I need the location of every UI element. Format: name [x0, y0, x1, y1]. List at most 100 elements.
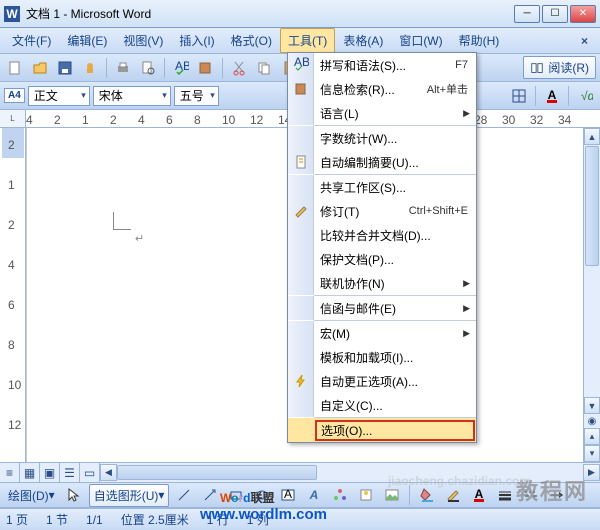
browse-object-button[interactable]: ▴ — [584, 428, 600, 445]
menuitem-M[interactable]: 宏(M)▶ — [288, 321, 476, 345]
svg-text:√α: √α — [581, 89, 593, 103]
titlebar: W 文档 1 - Microsoft Word ─ ☐ ✕ — [0, 0, 600, 28]
oval-button[interactable] — [251, 484, 273, 506]
prev-page-button[interactable]: ◉ — [584, 414, 600, 428]
menuitem-R[interactable]: 信息检索(R)...Alt+单击 — [288, 77, 476, 101]
statusbar: 1 页 1 节 1/1 位置 2.5厘米 1 行 1 列 — [0, 508, 600, 530]
next-page-button[interactable]: ▾ — [584, 445, 600, 462]
cut-button[interactable] — [228, 57, 250, 79]
menuitem-N[interactable]: 联机协作(N)▶ — [288, 271, 476, 295]
spellcheck-button[interactable]: ABC — [170, 57, 192, 79]
print-preview-button[interactable] — [137, 57, 159, 79]
view-normal-button[interactable]: ≡ — [0, 463, 20, 482]
view-web-button[interactable]: ▦ — [20, 463, 40, 482]
window-title: 文档 1 - Microsoft Word — [26, 5, 514, 22]
autoshapes-button[interactable]: 自选图形(U) ▾ — [89, 484, 170, 507]
save-button[interactable] — [54, 57, 76, 79]
menuitem-U[interactable]: 自动编制摘要(U)... — [288, 150, 476, 174]
textbox-button[interactable]: A — [277, 484, 299, 506]
menu-view[interactable]: 视图(V) — [115, 28, 171, 53]
tools-menu-dropdown: ABC拼写和语法(S)...F7信息检索(R)...Alt+单击语言(L)▶字数… — [287, 52, 477, 443]
menuitem-E[interactable]: 信函与邮件(E)▶ — [288, 296, 476, 320]
svg-text:A: A — [548, 88, 557, 102]
equation-button[interactable]: √α — [574, 85, 596, 107]
status-position: 位置 2.5厘米 — [121, 511, 189, 528]
style-combo[interactable]: 正文 — [28, 86, 90, 106]
copy-button[interactable] — [253, 57, 275, 79]
fill-color-button[interactable] — [416, 484, 438, 506]
research-button[interactable] — [195, 57, 217, 79]
dash-style-button[interactable] — [520, 484, 542, 506]
menuitem-I[interactable]: 模板和加载项(I)... — [288, 345, 476, 369]
a4-indicator[interactable]: A4 — [4, 88, 25, 103]
menuitem-O[interactable]: 选项(O)... — [288, 418, 476, 442]
vertical-ruler: 2124681012 — [0, 128, 26, 462]
grid-button[interactable] — [508, 85, 530, 107]
menu-insert[interactable]: 插入(I) — [171, 28, 222, 53]
menu-window[interactable]: 窗口(W) — [391, 28, 450, 53]
permission-button[interactable] — [79, 57, 101, 79]
scroll-up-button[interactable]: ▲ — [584, 128, 600, 145]
menuitem-A[interactable]: 自动更正选项(A)... — [288, 369, 476, 393]
line-color-button[interactable] — [442, 484, 464, 506]
mdi-close-button[interactable]: × — [573, 34, 596, 48]
line-style-button[interactable] — [494, 484, 516, 506]
horizontal-scrollbar[interactable]: ◀ ▶ — [100, 463, 600, 482]
diagram-button[interactable] — [329, 484, 351, 506]
hscroll-thumb[interactable] — [117, 465, 317, 480]
menu-help[interactable]: 帮助(H) — [451, 28, 508, 53]
status-col: 1 列 — [247, 511, 269, 528]
word-app-icon: W — [4, 6, 20, 22]
rectangle-button[interactable] — [225, 484, 247, 506]
menuitem-W[interactable]: 字数统计(W)... — [288, 126, 476, 150]
menu-edit[interactable]: 编辑(E) — [59, 28, 115, 53]
status-section: 1 节 — [46, 511, 68, 528]
menubar: 文件(F) 编辑(E) 视图(V) 插入(I) 格式(O) 工具(T) 表格(A… — [0, 28, 600, 54]
minimize-button[interactable]: ─ — [514, 5, 540, 23]
scroll-down-button[interactable]: ▼ — [584, 397, 600, 414]
new-doc-button[interactable] — [4, 57, 26, 79]
read-mode-button[interactable]: 阅读(R) — [523, 56, 596, 79]
arrow-style-button[interactable] — [546, 484, 568, 506]
arrow-button[interactable] — [199, 484, 221, 506]
menuitem-C[interactable]: 自定义(C)... — [288, 393, 476, 417]
line-button[interactable] — [173, 484, 195, 506]
vertical-scrollbar[interactable]: ▲ ▼ ◉ ▴ ▾ — [583, 128, 600, 462]
open-button[interactable] — [29, 57, 51, 79]
menuitem-L[interactable]: 语言(L)▶ — [288, 101, 476, 125]
paragraph-mark: ↵ — [135, 232, 144, 245]
menu-table[interactable]: 表格(A) — [335, 28, 391, 53]
menuitem-S[interactable]: 共享工作区(S)... — [288, 175, 476, 199]
view-reading-button[interactable]: ▭ — [80, 463, 100, 482]
view-outline-button[interactable]: ☰ — [60, 463, 80, 482]
menuitem-P[interactable]: 保护文档(P)... — [288, 247, 476, 271]
scroll-right-button[interactable]: ▶ — [583, 464, 600, 481]
select-objects-button[interactable] — [63, 484, 85, 506]
view-print-button[interactable]: ▣ — [40, 463, 60, 482]
font-combo[interactable]: 宋体 — [93, 86, 171, 106]
clipart-button[interactable] — [355, 484, 377, 506]
fontsize-combo[interactable]: 五号 — [174, 86, 219, 106]
menuitem-D[interactable]: 比较并合并文档(D)... — [288, 223, 476, 247]
maximize-button[interactable]: ☐ — [542, 5, 568, 23]
menuitem-S[interactable]: ABC拼写和语法(S)...F7 — [288, 53, 476, 77]
font-color-button[interactable]: A — [541, 85, 563, 107]
draw-menu-button[interactable]: 绘图(D) ▾ — [4, 487, 59, 504]
print-button[interactable] — [112, 57, 134, 79]
svg-text:W: W — [6, 7, 18, 21]
font-color-draw-button[interactable]: A — [468, 484, 490, 506]
status-pages: 1/1 — [86, 513, 103, 527]
menu-format[interactable]: 格式(O) — [223, 28, 280, 53]
picture-button[interactable] — [381, 484, 403, 506]
menu-file[interactable]: 文件(F) — [4, 28, 59, 53]
menu-tools[interactable]: 工具(T) — [280, 28, 335, 53]
wordart-button[interactable]: A — [303, 484, 325, 506]
scroll-left-button[interactable]: ◀ — [100, 464, 117, 481]
svg-text:A: A — [309, 488, 319, 502]
svg-text:A: A — [475, 487, 484, 501]
book-icon — [530, 61, 544, 75]
close-button[interactable]: ✕ — [570, 5, 596, 23]
ruler-corner: L — [0, 110, 26, 127]
scroll-thumb[interactable] — [585, 146, 599, 266]
menuitem-T[interactable]: 修订(T)Ctrl+Shift+E — [288, 199, 476, 223]
